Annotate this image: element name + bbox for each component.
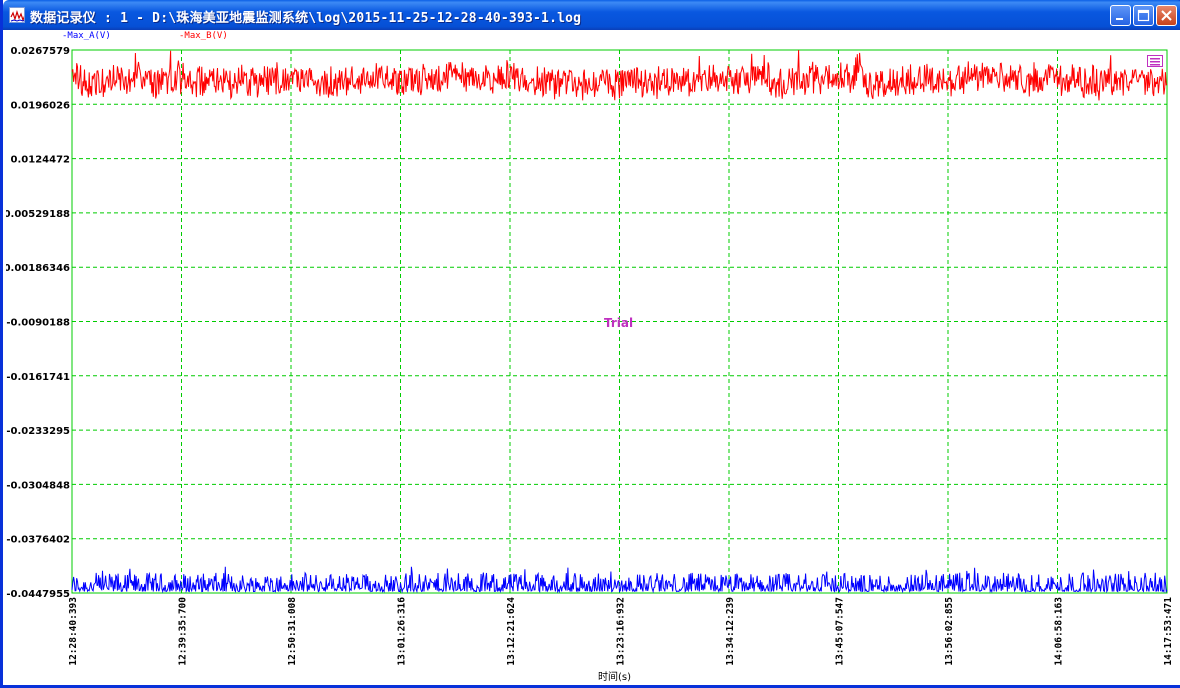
x-tick-label: 13:45:07:547	[835, 597, 846, 666]
minimize-button[interactable]	[1110, 5, 1131, 26]
y-tick-label: 0.00529188	[6, 209, 70, 220]
x-axis-label: 时间(s)	[598, 672, 632, 683]
trial-watermark: Trial	[604, 316, 634, 330]
x-tick-label: 13:23:16:932	[616, 597, 627, 666]
maximize-button[interactable]	[1133, 5, 1154, 26]
plot-canvas[interactable]: 0.0267579 0.0196026 0.0124472 0.00529188 -0.…	[6, 30, 1180, 685]
maximize-icon	[1137, 9, 1150, 22]
x-tick-label: 12:39:35:700	[178, 597, 189, 666]
x-tick-label: 14:06:58:163	[1054, 597, 1065, 666]
x-tick-label: 13:56:02:855	[944, 597, 955, 666]
x-tick-label: 13:34:12:239	[725, 597, 736, 666]
close-icon	[1161, 10, 1172, 21]
y-tick-label: -0.00186346	[6, 263, 70, 274]
x-tick-label: 13:01:26:316	[397, 597, 408, 666]
app-window: 数据记录仪 : 1 - D:\珠海美亚地震监测系统\log\2015-11-25…	[0, 0, 1180, 688]
y-tick-label: -0.0090188	[6, 318, 70, 329]
legend-toggle-icon[interactable]	[1147, 55, 1163, 67]
y-tick-label: -0.0376402	[6, 535, 70, 546]
chart-area: -Max_A(V) -Max_B(V) 0.0267579 0.0196026 0.…	[6, 30, 1180, 685]
minimize-icon	[1116, 18, 1123, 20]
chart-app-icon	[9, 7, 25, 23]
title-bar[interactable]: 数据记录仪 : 1 - D:\珠海美亚地震监测系统\log\2015-11-25…	[3, 0, 1180, 30]
x-tick-label: 13:12:21:624	[506, 597, 517, 666]
y-tick-label: -0.0233295	[6, 426, 70, 437]
y-tick-label: 0.0267579	[11, 46, 71, 57]
x-axis-ticks: 12:28:40:393 12:39:35:700 12:50:31:008 13:0…	[68, 597, 1174, 666]
y-tick-label: 0.0124472	[11, 155, 71, 166]
y-axis-ticks: 0.0267579 0.0196026 0.0124472 0.00529188 -0.…	[6, 46, 70, 600]
y-tick-label: -0.0304848	[6, 480, 70, 491]
x-tick-label: 12:28:40:393	[68, 597, 79, 666]
close-button[interactable]	[1156, 5, 1177, 26]
y-tick-label: -0.0161741	[6, 372, 70, 383]
window-title: 数据记录仪 : 1 - D:\珠海美亚地震监测系统\log\2015-11-25…	[30, 11, 582, 26]
y-tick-label: 0.0196026	[11, 100, 71, 111]
x-tick-label: 14:17:53:471	[1163, 597, 1174, 666]
y-tick-label: -0.0447955	[6, 589, 70, 600]
x-tick-label: 12:50:31:008	[287, 597, 298, 666]
